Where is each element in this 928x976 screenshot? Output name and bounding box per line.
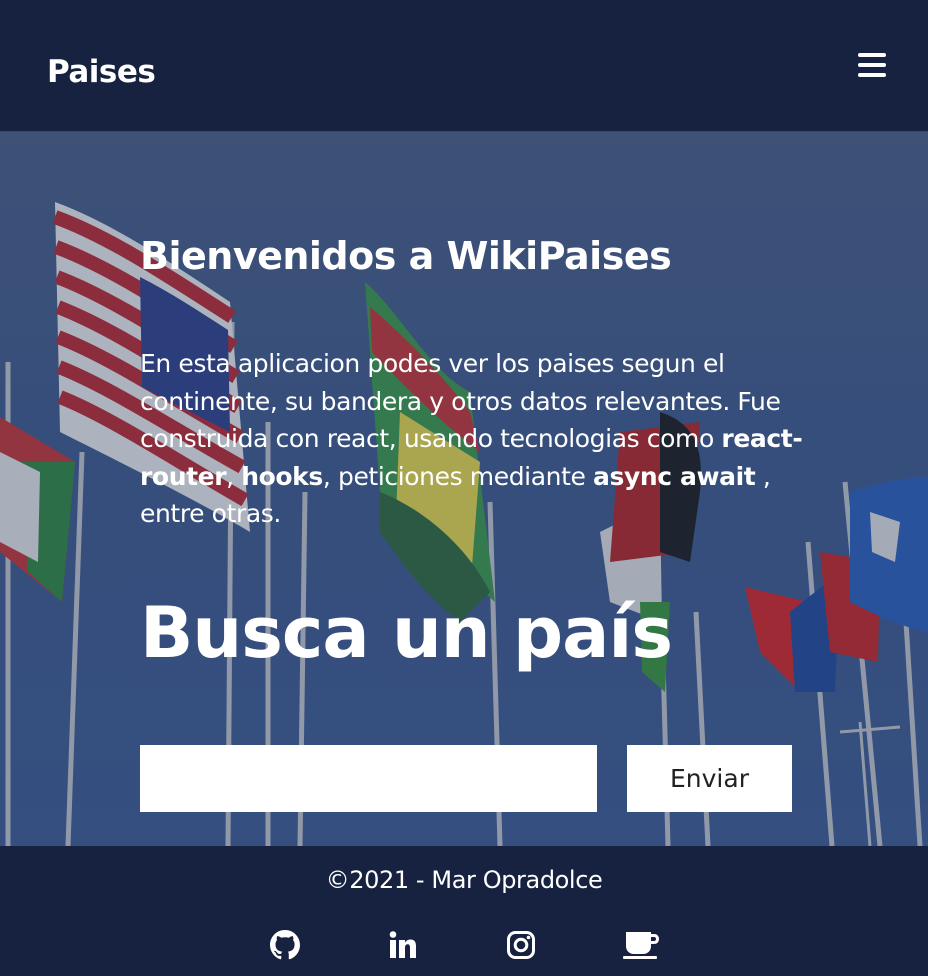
search-title: Busca un país	[140, 592, 673, 674]
intro-bold-hooks: hooks	[241, 461, 323, 491]
intro-text-part: En esta aplicacion podes ver los paises …	[140, 349, 781, 453]
intro-text-part: ,	[226, 461, 242, 491]
submit-button[interactable]: Enviar	[627, 745, 792, 812]
linkedin-icon[interactable]	[388, 930, 418, 960]
hamburger-menu-icon[interactable]	[858, 53, 886, 77]
intro-text: En esta aplicacion podes ver los paises …	[140, 345, 820, 533]
search-input[interactable]	[140, 745, 597, 812]
copyright-text: ©2021 - Mar Opradolce	[325, 866, 603, 894]
instagram-icon[interactable]	[506, 930, 536, 960]
welcome-title: Bienvenidos a WikiPaises	[140, 234, 672, 278]
brand-logo[interactable]: Paises	[47, 54, 156, 90]
intro-text-part: , peticiones mediante	[322, 461, 594, 491]
footer: ©2021 - Mar Opradolce	[0, 846, 928, 976]
coffee-icon[interactable]	[623, 930, 661, 960]
hero-section: Bienvenidos a WikiPaises En esta aplicac…	[0, 132, 928, 846]
github-icon[interactable]	[270, 930, 300, 960]
intro-bold-async-await: async await	[593, 461, 756, 491]
navbar: Paises	[0, 0, 928, 132]
